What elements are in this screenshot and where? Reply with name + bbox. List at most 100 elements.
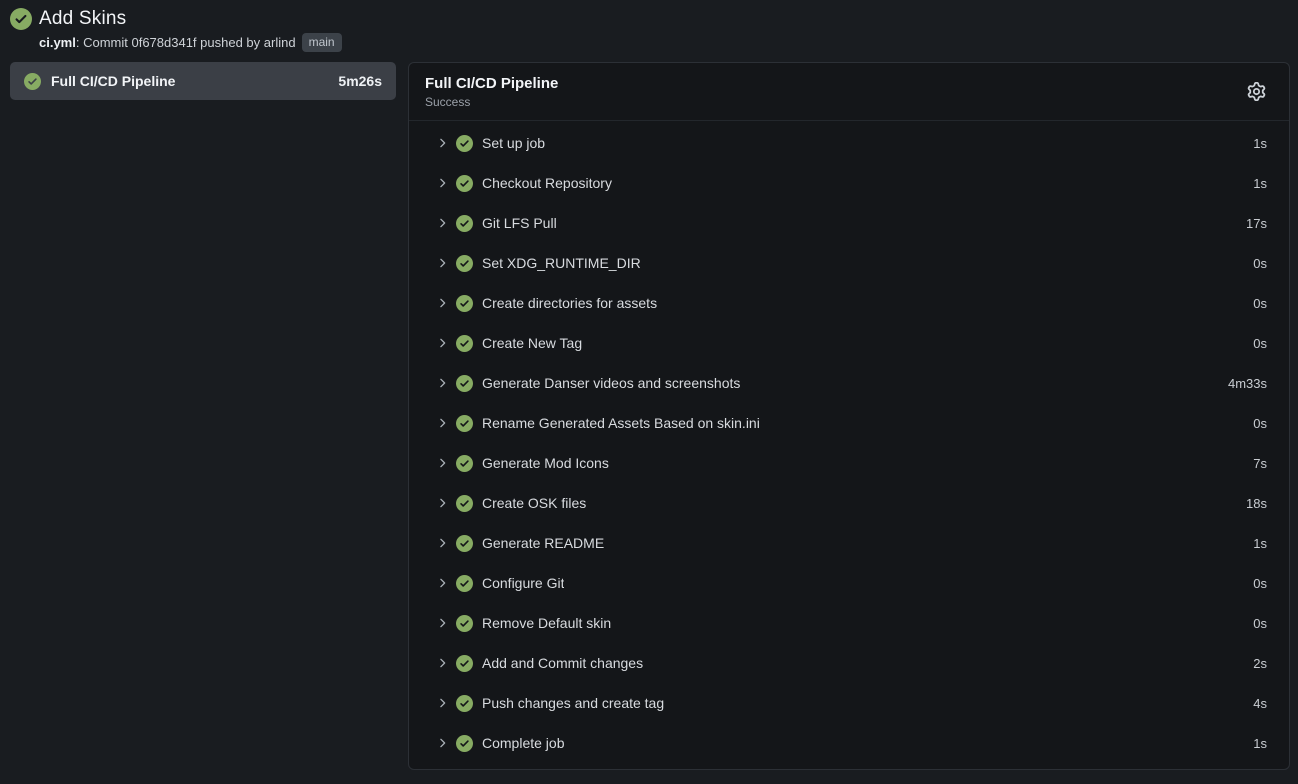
commit-sha-link[interactable]: 0f678d341f — [131, 35, 196, 50]
step-row[interactable]: Remove Default skin 0s — [409, 603, 1289, 643]
pushed-by-label: pushed by — [197, 35, 264, 50]
chevron-right-icon — [435, 736, 449, 750]
sidebar-job-item[interactable]: Full CI/CD Pipeline 5m26s — [10, 62, 396, 100]
step-name: Push changes and create tag — [482, 695, 664, 711]
step-duration: 17s — [1246, 216, 1267, 231]
check-circle-icon — [456, 575, 473, 592]
check-circle-icon — [456, 175, 473, 192]
step-name: Rename Generated Assets Based on skin.in… — [482, 415, 760, 431]
settings-button[interactable] — [1243, 79, 1269, 105]
job-steps-panel: Full CI/CD Pipeline Success Set up job — [408, 62, 1290, 770]
step-row[interactable]: Push changes and create tag 4s — [409, 683, 1289, 723]
step-duration: 0s — [1253, 616, 1267, 631]
step-name: Create OSK files — [482, 495, 586, 511]
step-duration: 2s — [1253, 656, 1267, 671]
job-name: Full CI/CD Pipeline — [51, 73, 175, 89]
step-row[interactable]: Git LFS Pull 17s — [409, 203, 1289, 243]
check-circle-icon — [456, 415, 473, 432]
check-circle-icon — [456, 695, 473, 712]
step-row[interactable]: Rename Generated Assets Based on skin.in… — [409, 403, 1289, 443]
step-row[interactable]: Set XDG_RUNTIME_DIR 0s — [409, 243, 1289, 283]
step-row[interactable]: Checkout Repository 1s — [409, 163, 1289, 203]
step-name: Generate README — [482, 535, 604, 551]
commit-label: : Commit — [76, 35, 132, 50]
step-row[interactable]: Complete job 1s — [409, 723, 1289, 763]
step-name: Generate Danser videos and screenshots — [482, 375, 740, 391]
jobs-sidebar: Full CI/CD Pipeline 5m26s — [10, 62, 396, 100]
check-circle-icon — [456, 255, 473, 272]
step-row[interactable]: Set up job 1s — [409, 123, 1289, 163]
step-row[interactable]: Generate README 1s — [409, 523, 1289, 563]
run-body: Full CI/CD Pipeline 5m26s Full CI/CD Pip… — [0, 58, 1298, 770]
job-duration: 5m26s — [338, 73, 382, 89]
step-name: Git LFS Pull — [482, 215, 557, 231]
chevron-right-icon — [435, 296, 449, 310]
workflow-file-link[interactable]: ci.yml — [39, 35, 76, 50]
step-name: Generate Mod Icons — [482, 455, 609, 471]
step-duration: 18s — [1246, 496, 1267, 511]
step-duration: 0s — [1253, 336, 1267, 351]
chevron-right-icon — [435, 416, 449, 430]
step-name: Add and Commit changes — [482, 655, 643, 671]
steps-list: Set up job 1s Checkout Repository 1s — [409, 121, 1289, 769]
step-name: Configure Git — [482, 575, 564, 591]
chevron-right-icon — [435, 576, 449, 590]
step-duration: 1s — [1253, 176, 1267, 191]
chevron-right-icon — [435, 496, 449, 510]
check-circle-icon — [456, 655, 473, 672]
check-circle-icon — [456, 335, 473, 352]
step-duration: 7s — [1253, 456, 1267, 471]
check-circle-icon — [456, 215, 473, 232]
chevron-right-icon — [435, 216, 449, 230]
step-row[interactable]: Create New Tag 0s — [409, 323, 1289, 363]
check-circle-icon — [456, 455, 473, 472]
step-name: Remove Default skin — [482, 615, 611, 631]
step-duration: 0s — [1253, 416, 1267, 431]
step-row[interactable]: Create directories for assets 0s — [409, 283, 1289, 323]
chevron-right-icon — [435, 136, 449, 150]
step-name: Complete job — [482, 735, 565, 751]
panel-job-status: Success — [425, 95, 1273, 109]
step-name: Create New Tag — [482, 335, 582, 351]
check-circle-icon — [456, 735, 473, 752]
step-row[interactable]: Generate Mod Icons 7s — [409, 443, 1289, 483]
chevron-right-icon — [435, 336, 449, 350]
branch-badge[interactable]: main — [302, 33, 342, 52]
step-row[interactable]: Add and Commit changes 2s — [409, 643, 1289, 683]
chevron-right-icon — [435, 536, 449, 550]
actor-link[interactable]: arlind — [264, 35, 296, 50]
step-duration: 0s — [1253, 296, 1267, 311]
run-meta: ci.yml: Commit 0f678d341f pushed by arli… — [39, 33, 1288, 52]
check-circle-icon — [456, 375, 473, 392]
step-name: Set XDG_RUNTIME_DIR — [482, 255, 641, 271]
step-duration: 4m33s — [1228, 376, 1267, 391]
check-circle-icon — [24, 73, 41, 90]
step-row[interactable]: Generate Danser videos and screenshots 4… — [409, 363, 1289, 403]
step-duration: 0s — [1253, 576, 1267, 591]
step-row[interactable]: Configure Git 0s — [409, 563, 1289, 603]
chevron-right-icon — [435, 616, 449, 630]
step-name: Create directories for assets — [482, 295, 657, 311]
check-circle-icon — [456, 135, 473, 152]
gear-icon — [1247, 82, 1266, 101]
chevron-right-icon — [435, 696, 449, 710]
chevron-right-icon — [435, 456, 449, 470]
check-circle-icon — [456, 615, 473, 632]
step-duration: 0s — [1253, 256, 1267, 271]
step-duration: 1s — [1253, 536, 1267, 551]
step-duration: 1s — [1253, 736, 1267, 751]
chevron-right-icon — [435, 656, 449, 670]
step-name: Set up job — [482, 135, 545, 151]
step-duration: 4s — [1253, 696, 1267, 711]
run-header: Add Skins ci.yml: Commit 0f678d341f push… — [0, 0, 1298, 58]
check-circle-icon — [10, 8, 32, 30]
step-name: Checkout Repository — [482, 175, 612, 191]
step-row[interactable]: Create OSK files 18s — [409, 483, 1289, 523]
panel-header: Full CI/CD Pipeline Success — [409, 63, 1289, 121]
check-circle-icon — [456, 295, 473, 312]
step-duration: 1s — [1253, 136, 1267, 151]
chevron-right-icon — [435, 176, 449, 190]
panel-job-title: Full CI/CD Pipeline — [425, 75, 1273, 92]
check-circle-icon — [456, 495, 473, 512]
run-title: Add Skins — [39, 8, 126, 30]
